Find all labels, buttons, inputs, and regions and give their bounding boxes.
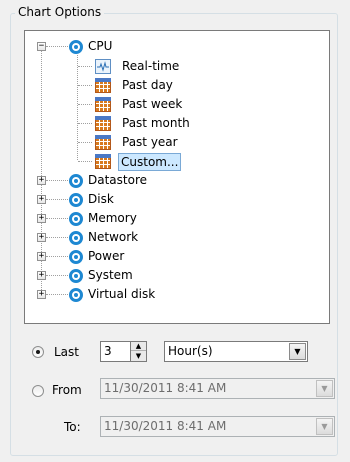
tree-node-label: Datastore xyxy=(88,173,148,187)
metric-icon xyxy=(69,288,83,302)
to-datetime-value: 11/30/2011 8:41 AM xyxy=(104,419,227,433)
to-label: To: xyxy=(64,420,81,434)
calendar-icon xyxy=(95,116,111,131)
metric-icon xyxy=(69,269,83,283)
tree-line xyxy=(78,142,92,143)
chevron-down-icon[interactable]: ▼ xyxy=(289,343,306,360)
tree-node-system[interactable]: + System xyxy=(25,266,325,285)
to-datetime-picker[interactable]: 11/30/2011 8:41 AM ▼ xyxy=(100,416,335,437)
metric-icon xyxy=(69,40,83,54)
tree-node-label: Power xyxy=(88,249,125,263)
from-radio[interactable] xyxy=(32,385,44,397)
time-unit-value: Hour(s) xyxy=(168,344,213,358)
tree-line xyxy=(46,294,68,295)
chevron-down-icon[interactable]: ▼ xyxy=(316,418,333,435)
tree-node-label: Network xyxy=(88,230,139,244)
from-datetime-value: 11/30/2011 8:41 AM xyxy=(104,381,227,395)
tree-node-label: Past day xyxy=(122,78,173,92)
expand-icon[interactable]: + xyxy=(37,214,46,223)
collapse-icon[interactable]: − xyxy=(37,42,46,51)
calendar-icon xyxy=(95,135,111,150)
tree-node-past-year[interactable]: Past year xyxy=(25,133,325,152)
expand-icon[interactable]: + xyxy=(37,290,46,299)
metric-icon xyxy=(69,250,83,264)
calendar-icon xyxy=(95,97,111,112)
tree-node-label: Past week xyxy=(122,97,183,111)
from-datetime-picker[interactable]: 11/30/2011 8:41 AM ▼ xyxy=(100,378,335,399)
last-count-spinner[interactable]: ▲ ▼ xyxy=(130,341,147,362)
tree-node-custom[interactable]: Custom... xyxy=(25,152,325,171)
tree-node-power[interactable]: + Power xyxy=(25,247,325,266)
last-count-input[interactable]: 3 xyxy=(100,341,132,362)
from-label: From xyxy=(52,383,82,397)
tree-node-label: CPU xyxy=(88,39,113,53)
tree-line xyxy=(78,161,92,162)
tree-line xyxy=(46,46,68,47)
tree-node-network[interactable]: + Network xyxy=(25,228,325,247)
tree-node-label: System xyxy=(88,268,133,282)
tree-node-label: Custom... xyxy=(118,153,182,171)
tree-node-past-week[interactable]: Past week xyxy=(25,95,325,114)
expand-icon[interactable]: + xyxy=(37,271,46,280)
metric-icon xyxy=(69,193,83,207)
expand-icon[interactable]: + xyxy=(37,233,46,242)
tree-node-datastore[interactable]: + Datastore xyxy=(25,171,325,190)
chevron-down-icon[interactable]: ▼ xyxy=(316,380,333,397)
realtime-chart-icon xyxy=(95,59,111,74)
expand-icon[interactable]: + xyxy=(37,176,46,185)
last-radio[interactable] xyxy=(32,346,44,358)
tree-node-label: Real-time xyxy=(122,59,180,73)
tree-node-realtime[interactable]: Real-time xyxy=(25,57,325,76)
tree-node-label: Memory xyxy=(88,211,137,225)
last-count-value: 3 xyxy=(104,344,112,358)
tree-line xyxy=(78,66,92,67)
tree-node-cpu[interactable]: − CPU xyxy=(25,37,325,56)
last-label: Last xyxy=(54,345,79,359)
tree-node-disk[interactable]: + Disk xyxy=(25,190,325,209)
expand-icon[interactable]: + xyxy=(37,252,46,261)
tree-line xyxy=(46,218,68,219)
tree-node-label: Past month xyxy=(122,116,190,130)
tree-line xyxy=(46,180,68,181)
metrics-tree[interactable]: − CPU Real-time Past day Past week Past … xyxy=(24,30,330,324)
expand-icon[interactable]: + xyxy=(37,195,46,204)
group-title: Chart Options xyxy=(15,5,105,19)
spin-down-icon[interactable]: ▼ xyxy=(131,352,146,361)
tree-line xyxy=(46,199,68,200)
time-unit-select[interactable]: Hour(s) ▼ xyxy=(164,341,308,362)
tree-node-past-month[interactable]: Past month xyxy=(25,114,325,133)
tree-line xyxy=(78,85,92,86)
metric-icon xyxy=(69,212,83,226)
calendar-icon xyxy=(95,78,111,93)
tree-line xyxy=(78,104,92,105)
tree-node-label: Virtual disk xyxy=(88,287,156,301)
metric-icon xyxy=(69,231,83,245)
calendar-icon xyxy=(95,154,111,169)
spin-up-icon[interactable]: ▲ xyxy=(131,342,146,351)
tree-node-label: Past year xyxy=(122,135,178,149)
tree-node-virtual-disk[interactable]: + Virtual disk xyxy=(25,285,325,304)
tree-line xyxy=(46,237,68,238)
tree-node-label: Disk xyxy=(88,192,114,206)
tree-node-past-day[interactable]: Past day xyxy=(25,76,325,95)
tree-line xyxy=(46,256,68,257)
metric-icon xyxy=(69,174,83,188)
tree-line xyxy=(78,123,92,124)
tree-line xyxy=(46,275,68,276)
tree-node-memory[interactable]: + Memory xyxy=(25,209,325,228)
